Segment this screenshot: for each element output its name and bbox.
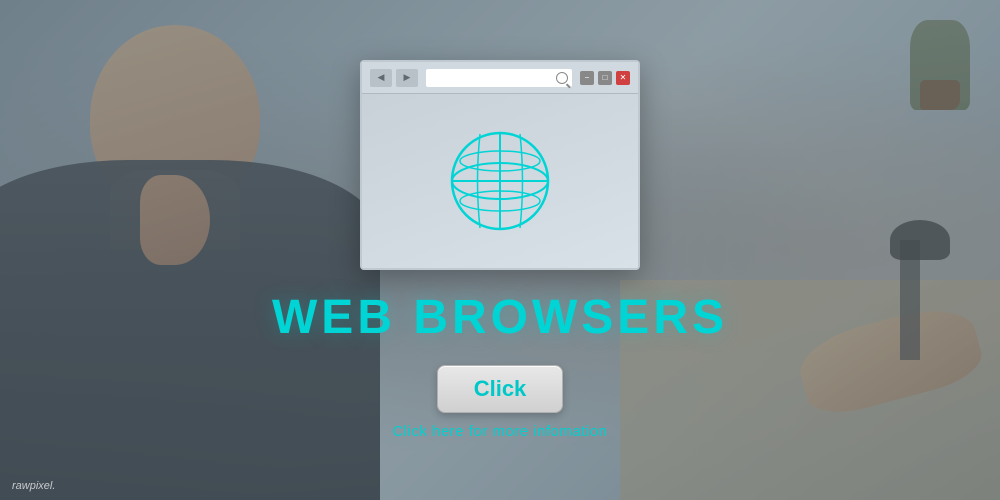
main-content: ◀ ▶ − □ ✕ — [0, 0, 1000, 500]
browser-titlebar: ◀ ▶ − □ ✕ — [362, 62, 638, 94]
page-title: WEB BROWSERS — [272, 290, 728, 345]
watermark: rawpixel. — [12, 480, 55, 492]
close-btn: ✕ — [616, 71, 630, 85]
browser-window-illustration: ◀ ▶ − □ ✕ — [360, 60, 640, 270]
minimize-btn: − — [580, 71, 594, 85]
browser-body — [362, 94, 638, 268]
address-bar — [426, 69, 572, 87]
maximize-btn: □ — [598, 71, 612, 85]
subtitle-text: Click here for more infomation — [392, 423, 607, 440]
click-button[interactable]: Click — [437, 365, 564, 413]
nav-forward-btn: ▶ — [396, 69, 418, 87]
globe-icon — [440, 121, 560, 241]
search-icon — [556, 72, 568, 84]
nav-back-btn: ◀ — [370, 69, 392, 87]
